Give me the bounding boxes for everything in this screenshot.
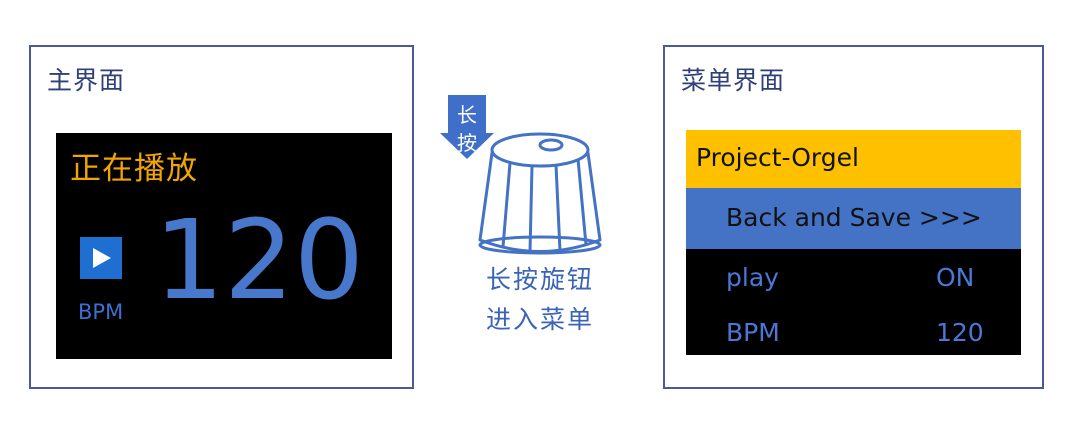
menu-item-back-and-save-label: Back and Save >>>	[726, 203, 982, 232]
knob-caption-line-1: 长按旋钮	[485, 265, 594, 294]
bpm-value: 120	[154, 196, 364, 324]
playing-status: 正在播放	[70, 151, 198, 187]
menu-row-play-label[interactable]: play	[726, 263, 779, 292]
arrow-label-long: 长	[457, 103, 477, 127]
main-screen-display: 正在播放 BPM 120	[56, 133, 392, 359]
menu-row-bpm-label[interactable]: BPM	[726, 318, 780, 347]
menu-header: Project-Orgel	[686, 130, 1021, 188]
bpm-label: BPM	[78, 300, 124, 324]
menu-row-bpm-value: 120	[936, 318, 984, 347]
menu-screen-title: 菜单界面	[681, 66, 786, 95]
menu-header-label: Project-Orgel	[696, 143, 859, 172]
main-screen-title: 主界面	[47, 66, 126, 95]
menu-row-play-value: ON	[936, 263, 975, 292]
menu-screen-display: Project-Orgel Back and Save >>> play ON …	[686, 130, 1021, 355]
play-icon	[80, 237, 122, 279]
knob-caption-line-2: 进入菜单	[485, 305, 594, 334]
arrow-label-press: 按	[457, 131, 477, 155]
menu-item-back-and-save[interactable]: Back and Save >>>	[686, 188, 1021, 249]
